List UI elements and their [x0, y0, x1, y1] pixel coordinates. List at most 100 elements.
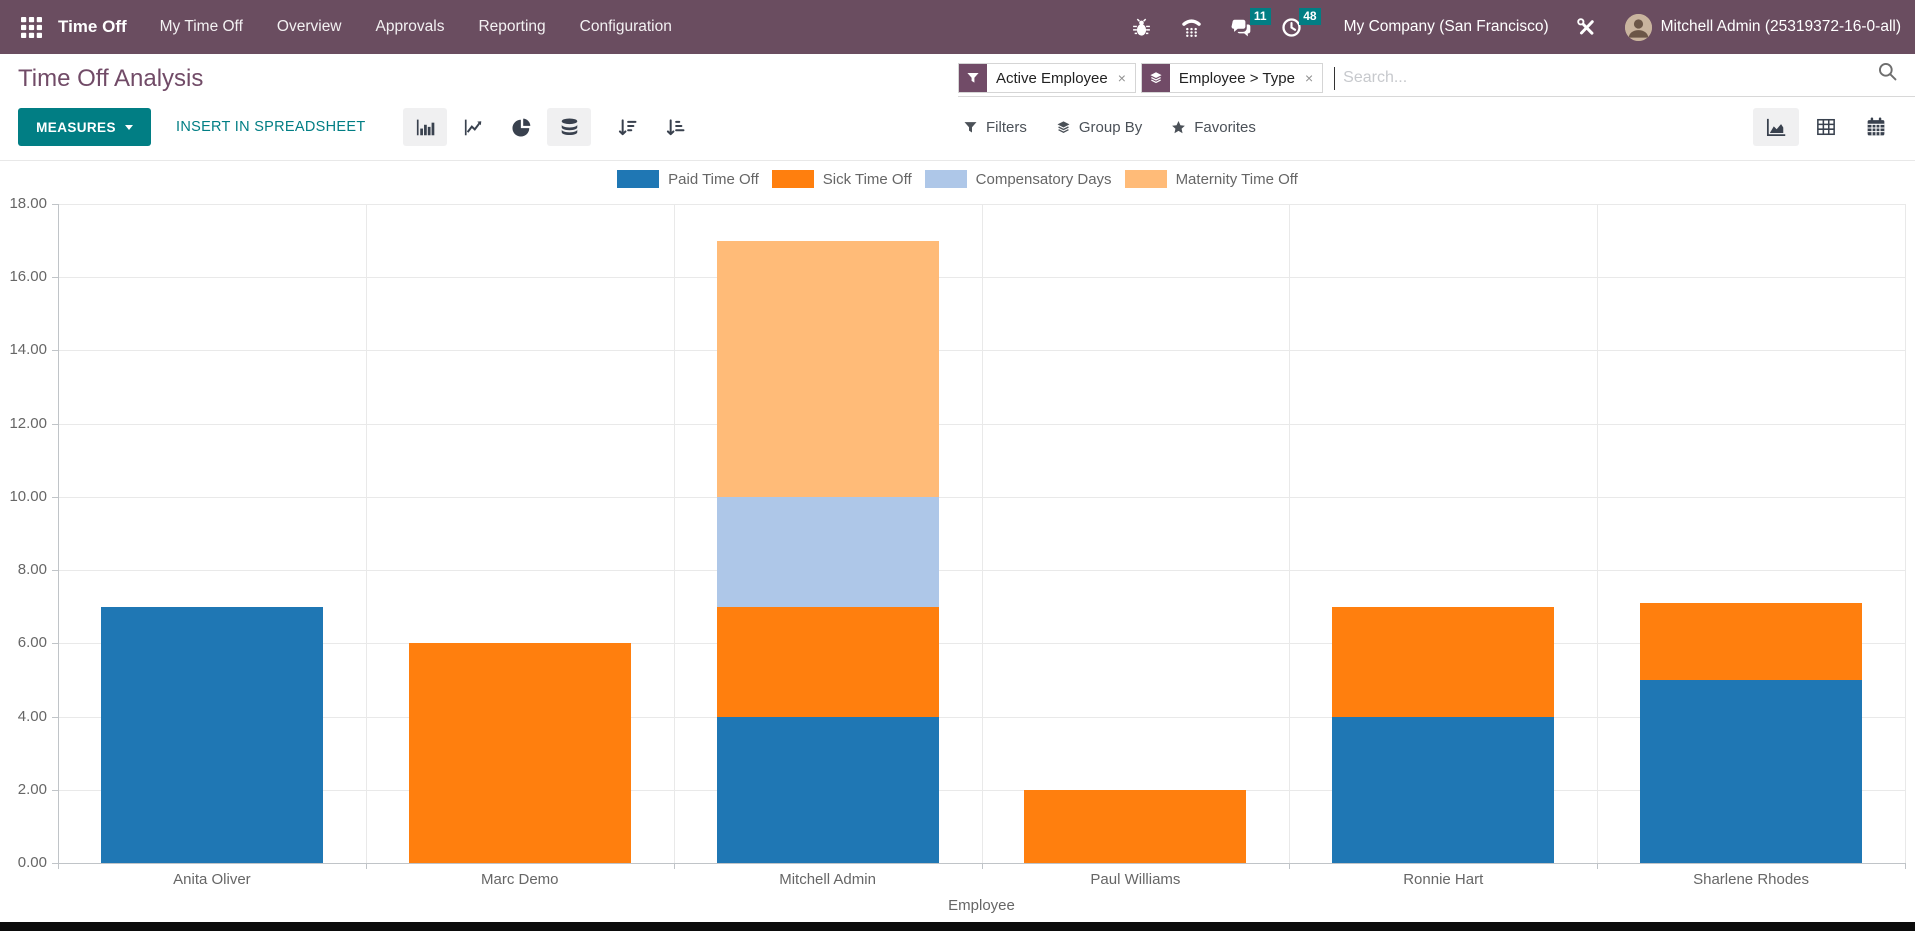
filters-label: Filters — [986, 119, 1027, 136]
x-tick — [674, 863, 675, 869]
favorites-button[interactable]: Favorites — [1171, 119, 1256, 136]
gridline — [58, 497, 1905, 498]
bar-mitchell-admin-paid-time-off[interactable] — [717, 717, 939, 863]
menu-my-time-off[interactable]: My Time Off — [143, 0, 260, 54]
gridline — [1289, 204, 1290, 863]
pivot-view-icon[interactable] — [1803, 108, 1849, 146]
group-by-button[interactable]: Group By — [1056, 119, 1142, 136]
bar-paul-williams-sick-time-off[interactable] — [1024, 790, 1246, 863]
support-tools-icon[interactable] — [1575, 15, 1599, 39]
layers-icon — [1056, 120, 1071, 135]
gridline — [58, 790, 1905, 791]
legend-maternity-time-off[interactable]: Maternity Time Off — [1125, 170, 1298, 188]
y-tick — [52, 643, 58, 644]
messages-icon[interactable]: 11 — [1230, 15, 1254, 39]
bar-marc-demo-sick-time-off[interactable] — [409, 643, 631, 863]
voip-phone-icon[interactable] — [1180, 15, 1204, 39]
company-switcher[interactable]: My Company (San Francisco) — [1344, 18, 1549, 36]
pie-chart-icon[interactable] — [499, 108, 543, 146]
measures-button[interactable]: MEASURES — [18, 108, 151, 146]
y-tick-label: 12.00 — [0, 415, 47, 432]
calendar-view-icon[interactable] — [1853, 108, 1899, 146]
bar-mitchell-admin-maternity-time-off[interactable] — [717, 241, 939, 497]
navbar-systray: 11 48 My Company (San Francisco) — [1130, 14, 1901, 41]
bar-sharlene-rhodes-sick-time-off[interactable] — [1640, 603, 1862, 680]
legend-label: Paid Time Off — [668, 171, 759, 188]
gridline — [58, 570, 1905, 571]
favorites-label: Favorites — [1194, 119, 1256, 136]
search-facet-active-employee[interactable]: Active Employee× — [958, 63, 1136, 93]
view-switcher — [1753, 108, 1899, 146]
legend-color-box — [617, 170, 659, 188]
gridline — [1905, 204, 1906, 863]
y-tick-label: 16.00 — [0, 268, 47, 285]
menu-approvals[interactable]: Approvals — [359, 0, 462, 54]
star-icon — [1171, 120, 1186, 135]
y-tick — [52, 350, 58, 351]
bar-mitchell-admin-sick-time-off[interactable] — [717, 607, 939, 717]
legend-label: Sick Time Off — [823, 171, 912, 188]
x-tick-label: Ronnie Hart — [1289, 871, 1597, 888]
debug-bug-icon[interactable] — [1130, 15, 1154, 39]
x-tick-label: Mitchell Admin — [674, 871, 982, 888]
graph-view-icon[interactable] — [1753, 108, 1799, 146]
app-name[interactable]: Time Off — [58, 17, 127, 37]
line-chart-icon[interactable] — [451, 108, 495, 146]
search-input[interactable]: Search... — [1343, 69, 1407, 87]
user-menu[interactable]: Mitchell Admin (25319372-16-0-all) — [1625, 14, 1901, 41]
x-axis-title: Employee — [58, 897, 1905, 914]
x-tick — [58, 863, 59, 869]
bar-sharlene-rhodes-paid-time-off[interactable] — [1640, 680, 1862, 863]
filters-button[interactable]: Filters — [963, 119, 1027, 136]
group-by-label: Group By — [1079, 119, 1142, 136]
facet-label: Employee > Type — [1170, 64, 1304, 92]
text-caret — [1334, 67, 1335, 90]
bar-ronnie-hart-paid-time-off[interactable] — [1332, 717, 1554, 863]
search-bar[interactable]: Active Employee×Employee > Type× Search.… — [958, 60, 1915, 97]
activities-clock-icon[interactable]: 48 — [1280, 15, 1304, 39]
x-tick — [1289, 863, 1290, 869]
y-tick-label: 4.00 — [0, 708, 47, 725]
user-avatar — [1625, 14, 1652, 41]
legend-color-box — [925, 170, 967, 188]
y-tick-label: 6.00 — [0, 634, 47, 651]
menu-reporting[interactable]: Reporting — [461, 0, 562, 54]
apps-grid-icon[interactable] — [14, 10, 48, 44]
legend-paid-time-off[interactable]: Paid Time Off — [617, 170, 759, 188]
x-tick — [1597, 863, 1598, 869]
legend-compensatory-days[interactable]: Compensatory Days — [925, 170, 1112, 188]
search-facet-employee-type[interactable]: Employee > Type× — [1141, 63, 1323, 93]
search-icon[interactable] — [1877, 61, 1898, 85]
gridline — [58, 204, 59, 863]
facet-remove-icon[interactable]: × — [1304, 64, 1322, 92]
search-facets: Active Employee×Employee > Type× — [958, 63, 1323, 93]
stacked-icon[interactable] — [547, 108, 591, 146]
y-tick-label: 8.00 — [0, 561, 47, 578]
bar-mitchell-admin-compensatory-days[interactable] — [717, 497, 939, 607]
sort-ascending-icon[interactable] — [653, 108, 697, 146]
gridline — [58, 277, 1905, 278]
bar-anita-oliver-paid-time-off[interactable] — [101, 607, 323, 863]
y-tick — [52, 497, 58, 498]
insert-in-spreadsheet-button[interactable]: INSERT IN SPREADSHEET — [170, 108, 371, 146]
chart-type-toolbar — [403, 108, 697, 146]
legend-sick-time-off[interactable]: Sick Time Off — [772, 170, 912, 188]
sort-descending-icon[interactable] — [605, 108, 649, 146]
y-tick-label: 2.00 — [0, 781, 47, 798]
x-tick — [366, 863, 367, 869]
x-tick-label: Anita Oliver — [58, 871, 366, 888]
gridline — [982, 204, 983, 863]
y-tick — [52, 277, 58, 278]
y-tick-label: 14.00 — [0, 341, 47, 358]
menu-configuration[interactable]: Configuration — [563, 0, 689, 54]
menu-overview[interactable]: Overview — [260, 0, 359, 54]
y-tick — [52, 863, 58, 864]
legend-label: Compensatory Days — [976, 171, 1112, 188]
bar-ronnie-hart-sick-time-off[interactable] — [1332, 607, 1554, 717]
gridline — [1597, 204, 1598, 863]
bar-chart-icon[interactable] — [403, 108, 447, 146]
search-options: Filters Group By Favorites — [963, 108, 1256, 146]
y-tick — [52, 790, 58, 791]
facet-remove-icon[interactable]: × — [1117, 64, 1135, 92]
gridline — [366, 204, 367, 863]
